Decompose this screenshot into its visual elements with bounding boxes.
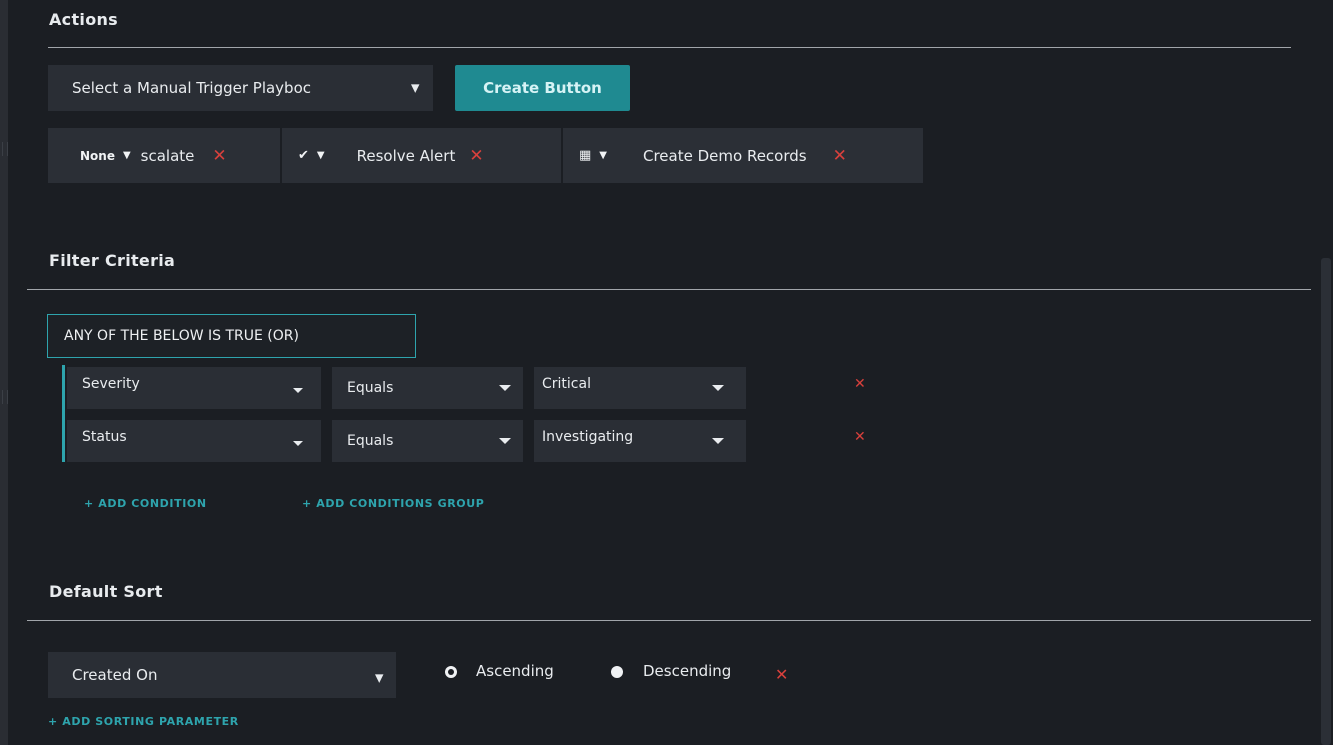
left-resize-rail[interactable] — [0, 0, 8, 745]
condition-operator-select[interactable]: Equals — [332, 367, 523, 409]
condition-value-value: Investigating — [542, 428, 634, 445]
sort-divider — [27, 620, 1311, 621]
chevron-down-icon — [712, 385, 724, 391]
add-conditions-group-link[interactable]: + ADD CONDITIONS GROUP — [302, 497, 484, 510]
sort-title: Default Sort — [49, 582, 163, 601]
remove-action-icon[interactable]: ✕ — [469, 146, 483, 166]
remove-action-icon[interactable]: ✕ — [833, 146, 847, 166]
condition-value-select[interactable]: Investigating — [534, 420, 746, 462]
sort-field-select[interactable]: Created On ▼ — [48, 652, 396, 698]
condition-operator-select[interactable]: Equals — [332, 420, 523, 462]
remove-condition-icon[interactable]: ✕ — [854, 376, 866, 392]
chevron-down-icon: ▼ — [375, 671, 384, 685]
logic-operator-value: ANY OF THE BELOW IS TRUE (OR) — [64, 328, 299, 344]
action-chip[interactable]: ✔ ▼ Resolve Alert ✕ — [282, 128, 561, 183]
condition-field-select[interactable]: Severity — [67, 367, 321, 409]
condition-field-select[interactable]: Status — [67, 420, 321, 462]
record-icon[interactable]: ▦ — [579, 148, 591, 163]
logic-operator-select[interactable]: ANY OF THE BELOW IS TRUE (OR) — [47, 314, 416, 358]
condition-value-select[interactable]: Critical — [534, 367, 746, 409]
ascending-radio[interactable] — [445, 666, 457, 678]
ascending-label: Ascending — [476, 662, 554, 680]
chevron-down-icon — [499, 385, 511, 391]
check-icon[interactable]: ✔ — [298, 148, 309, 163]
condition-operator-value: Equals — [347, 380, 394, 396]
action-chip[interactable]: ▦ ▼ Create Demo Records ✕ — [563, 128, 923, 183]
add-condition-link[interactable]: + ADD CONDITION — [84, 497, 207, 510]
add-sorting-parameter-link[interactable]: + ADD SORTING PARAMETER — [48, 715, 239, 728]
chevron-down-icon — [499, 438, 511, 444]
chevron-down-icon: ▼ — [122, 150, 131, 161]
descending-radio[interactable] — [611, 666, 623, 678]
remove-condition-icon[interactable]: ✕ — [854, 429, 866, 445]
remove-sort-icon[interactable]: ✕ — [775, 665, 788, 684]
chevron-down-icon: ▼ — [411, 81, 420, 95]
playbook-select-value: Select a Manual Trigger Playboc — [72, 79, 312, 97]
chevron-down-icon: ▼ — [599, 150, 607, 161]
actions-divider — [48, 47, 1291, 48]
action-chip-label: Resolve Alert — [356, 146, 456, 165]
scrollbar[interactable] — [1321, 258, 1331, 745]
actions-title: Actions — [49, 10, 119, 29]
playbook-select[interactable]: Select a Manual Trigger Playboc ▼ — [48, 65, 433, 111]
rail-grip — [2, 142, 8, 156]
condition-field-value: Severity — [82, 375, 140, 392]
condition-field-value: Status — [82, 428, 127, 445]
create-button[interactable]: Create Button — [455, 65, 630, 111]
remove-action-icon[interactable]: ✕ — [212, 146, 226, 166]
action-chip-label: scalate — [140, 146, 195, 165]
view-editor-panel: Actions Select a Manual Trigger Playboc … — [0, 0, 1333, 745]
action-chip-label: Create Demo Records — [643, 146, 807, 165]
filter-title: Filter Criteria — [49, 251, 176, 270]
descending-label: Descending — [643, 662, 732, 680]
condition-operator-value: Equals — [347, 433, 394, 449]
sort-field-value: Created On — [72, 666, 158, 684]
chevron-down-icon — [293, 441, 303, 446]
action-chip-list: None ▼ scalate ✕ ✔ ▼ Resolve Alert ✕ ▦ ▼… — [48, 128, 923, 183]
condition-group-bar — [62, 365, 65, 462]
filter-divider — [27, 289, 1311, 290]
action-chip[interactable]: None ▼ scalate ✕ — [48, 128, 280, 183]
rail-grip — [2, 390, 8, 404]
chevron-down-icon: ▼ — [316, 150, 325, 161]
chevron-down-icon — [293, 388, 303, 393]
icon-selector[interactable]: None — [80, 149, 115, 163]
chevron-down-icon — [712, 438, 724, 444]
condition-value-value: Critical — [542, 375, 591, 392]
